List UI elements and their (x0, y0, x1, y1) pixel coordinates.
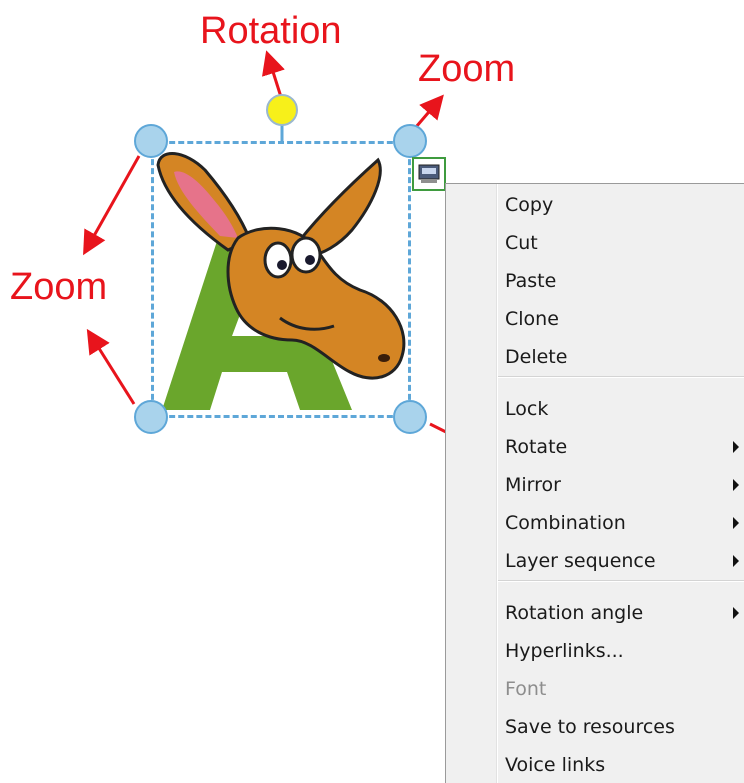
menu-item-label: Paste (505, 270, 557, 292)
menu-item-copy[interactable]: Copy (446, 188, 744, 222)
menu-item-label: Rotate (505, 436, 568, 458)
menu-item-label: Mirror (505, 474, 561, 496)
selection-frame[interactable] (151, 141, 411, 418)
menu-item-clone[interactable]: Clone (446, 302, 744, 336)
zoom-arrow-bottom-right (429, 422, 447, 434)
menu-item-hyperlinks[interactable]: Hyperlinks... (446, 634, 744, 668)
menu-item-label: Combination (505, 512, 626, 534)
menu-item-label: Voice links (505, 754, 606, 776)
context-menu: Copy Cut Paste Clone Delete Lock Rotate Mirror C… (445, 183, 744, 783)
object-menu-icon (418, 164, 440, 183)
submenu-arrow-icon (733, 441, 739, 453)
submenu-arrow-icon (733, 517, 739, 529)
menu-item-label: Rotation angle (505, 602, 644, 624)
menu-item-mirror[interactable]: Mirror (446, 468, 744, 502)
submenu-arrow-icon (733, 607, 739, 619)
zoom-handle-top-right[interactable] (393, 124, 427, 158)
submenu-arrow-icon (733, 555, 739, 567)
menu-item-label: Copy (505, 194, 554, 216)
submenu-arrow-icon (733, 479, 739, 491)
zoom-handle-bottom-right[interactable] (393, 400, 427, 434)
menu-item-combination[interactable]: Combination (446, 506, 744, 540)
zoom-arrow-left-upper (83, 155, 141, 256)
menu-item-lock[interactable]: Lock (446, 392, 744, 426)
menu-separator (498, 376, 744, 378)
menu-item-save-to-resources[interactable]: Save to resources (446, 710, 744, 744)
menu-item-layer-sequence[interactable]: Layer sequence (446, 544, 744, 578)
menu-item-label: Cut (505, 232, 538, 254)
menu-item-rotation-angle[interactable]: Rotation angle (446, 596, 744, 630)
menu-item-label: Layer sequence (505, 550, 656, 572)
zoom-arrow-top-right (414, 94, 444, 128)
menu-item-label: Save to resources (505, 716, 675, 738)
menu-item-label: Delete (505, 346, 568, 368)
menu-item-label: Clone (505, 308, 559, 330)
menu-item-delete[interactable]: Delete (446, 340, 744, 374)
menu-item-rotate[interactable]: Rotate (446, 430, 744, 464)
menu-item-voice-links[interactable]: Voice links (446, 748, 744, 782)
menu-item-paste[interactable]: Paste (446, 264, 744, 298)
zoom-arrow-left-lower (86, 328, 136, 405)
menu-item-cut[interactable]: Cut (446, 226, 744, 260)
menu-item-label: Hyperlinks... (505, 640, 624, 662)
object-menu-button[interactable] (412, 157, 446, 191)
zoom-handle-top-left[interactable] (134, 124, 168, 158)
rotation-arrow (262, 50, 285, 98)
menu-item-label: Font (505, 678, 547, 700)
zoom-handle-bottom-left[interactable] (134, 400, 168, 434)
menu-item-label: Lock (505, 398, 549, 420)
menu-item-font: Font (446, 672, 744, 706)
menu-separator (498, 580, 744, 582)
rotation-handle[interactable] (266, 94, 298, 126)
